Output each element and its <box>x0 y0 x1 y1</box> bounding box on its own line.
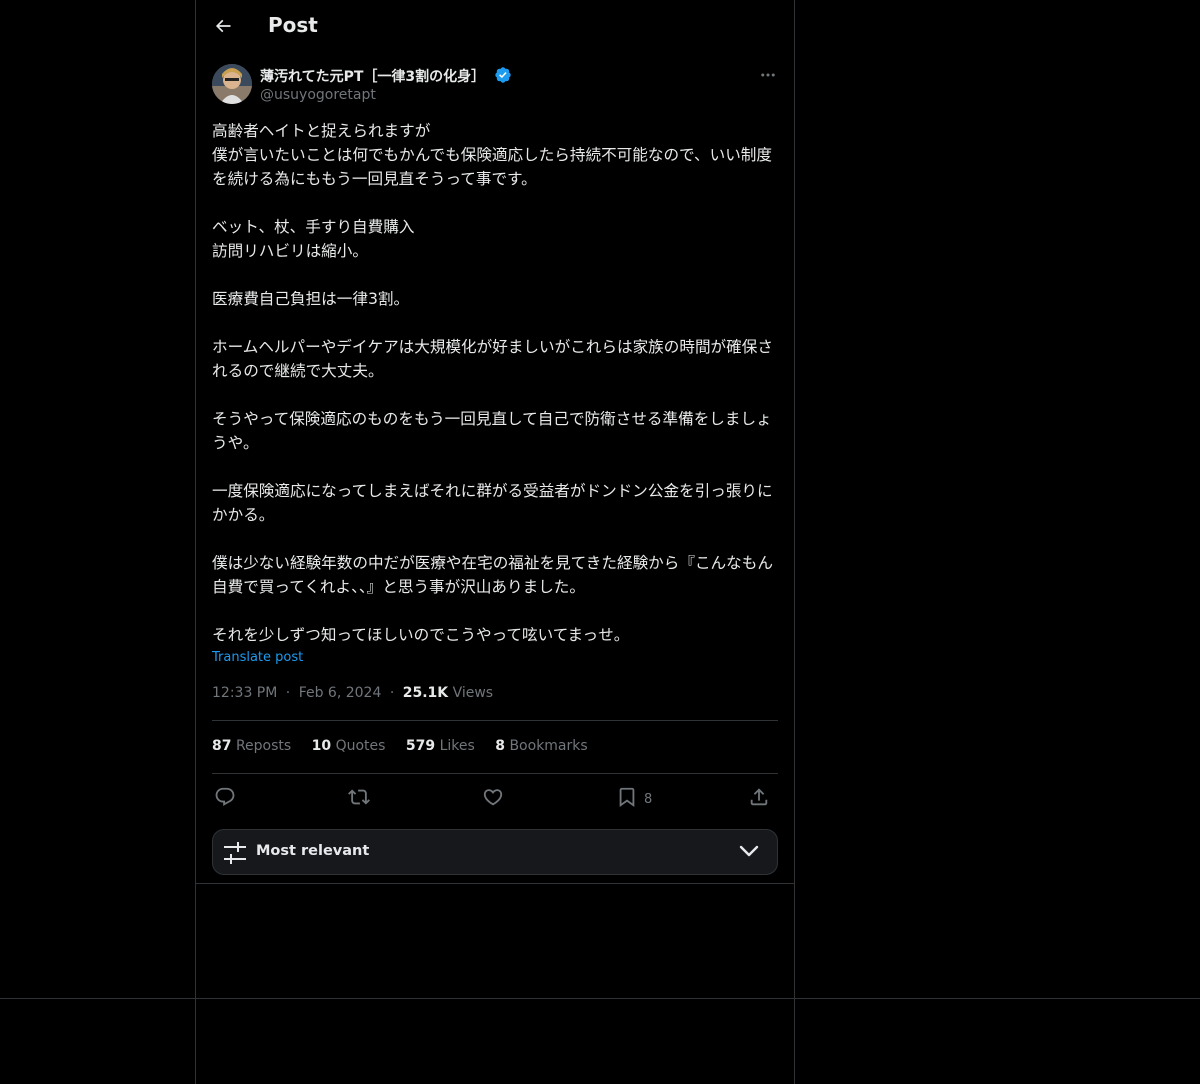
quotes-count: 10 <box>311 738 332 754</box>
likes-stat[interactable]: 579 Likes <box>406 738 475 754</box>
post-text: 高齢者ヘイトと捉えられますが 僕が言いたいことは何でもかんでも保険適応したら持続… <box>212 119 778 647</box>
likes-count: 579 <box>405 738 436 754</box>
filter-sliders-icon <box>224 842 246 864</box>
post-line: 僕は少ない経験年数の中だが医療や在宅の福祉を見てきた経験から『こんなもん自費で買… <box>212 554 773 596</box>
like-button[interactable] <box>482 784 504 810</box>
post-stats: 87 Reposts 10 Quotes 579 Likes 8 Bookmar… <box>212 738 604 754</box>
back-button[interactable] <box>210 13 236 39</box>
avatar[interactable] <box>212 64 252 104</box>
divider <box>212 773 778 774</box>
repost-icon <box>348 789 370 805</box>
reply-sort-dropdown[interactable]: Most relevant <box>212 829 778 875</box>
views-label: Views <box>452 685 494 701</box>
post-header: Post <box>196 0 794 54</box>
sort-label: Most relevant <box>256 843 370 859</box>
divider <box>196 883 794 884</box>
post-line: 僕が言いたいことは何でもかんでも保険適応したら持続不可能なので、いい制度を続ける… <box>212 146 772 188</box>
page-title: Post <box>268 13 318 37</box>
post-line: 高齢者ヘイトと捉えられますが <box>212 122 431 140</box>
post-line: それを少しずつ知ってほしいのでこうやって呟いてまっせ。 <box>212 626 630 644</box>
heart-icon <box>483 789 503 806</box>
reposts-stat[interactable]: 87 Reposts <box>212 738 291 754</box>
arrow-left-icon <box>215 19 231 33</box>
reply-button[interactable] <box>214 784 236 810</box>
more-options-button[interactable] <box>756 64 780 86</box>
post-line: 一度保険適応になってしまえばそれに群がる受益者がドンドン公金を引っ張りにかかる。 <box>212 482 773 524</box>
avatar-image <box>212 64 252 104</box>
post-line: ホームヘルパーやデイケアは大規模化が好ましいがこれらは家族の時間が確保されるので… <box>212 338 773 380</box>
bookmark-count: 8 <box>644 791 653 807</box>
bookmarks-label: Bookmarks <box>509 738 588 754</box>
author-handle[interactable]: @usuyogoretapt <box>260 87 376 103</box>
verified-badge-icon <box>495 67 511 83</box>
separator-dot: · <box>389 685 395 701</box>
divider <box>212 720 778 721</box>
bookmark-button[interactable]: 8 <box>616 784 652 810</box>
reposts-label: Reposts <box>235 738 292 754</box>
bookmark-icon <box>619 787 635 808</box>
bookmarks-stat[interactable]: 8 Bookmarks <box>495 738 587 754</box>
reply-icon <box>215 787 235 806</box>
quotes-stat[interactable]: 10 Quotes <box>312 738 386 754</box>
post-meta: 12:33 PM · Feb 6, 2024 · 25.1K Views <box>212 685 493 701</box>
quotes-label: Quotes <box>335 738 386 754</box>
views-count: 25.1K <box>402 685 449 701</box>
author-name[interactable]: 薄汚れてた元PT［一律3割の化身］ <box>260 66 512 86</box>
post-column: Post 薄汚れてた元PT［一律3割の化身］ @usuyogoretapt 高齢… <box>195 0 795 1084</box>
more-icon <box>761 73 775 77</box>
post-line: そうやって保険適応のものをもう一回見直して自己で防衛させる準備をしましょうや。 <box>212 410 772 452</box>
page: Post 薄汚れてた元PT［一律3割の化身］ @usuyogoretapt 高齢… <box>0 0 1200 1084</box>
likes-label: Likes <box>439 738 475 754</box>
share-button[interactable] <box>748 784 770 810</box>
repost-button[interactable] <box>348 784 370 810</box>
post-line: 訪問リハビリは縮小。 <box>212 242 368 260</box>
post-line: ベット、杖、手すり自費購入 <box>212 218 415 236</box>
reposts-count: 87 <box>212 738 232 754</box>
action-bar: 8 <box>212 784 778 810</box>
post-date[interactable]: Feb 6, 2024 <box>299 685 382 701</box>
chevron-down-icon <box>739 845 759 857</box>
separator-dot: · <box>285 685 291 701</box>
bookmarks-count: 8 <box>495 738 505 754</box>
post-time[interactable]: 12:33 PM <box>212 685 277 701</box>
author-name-text: 薄汚れてた元PT［一律3割の化身］ <box>260 69 486 85</box>
translate-post-link[interactable]: Translate post <box>212 650 303 665</box>
post-line: 医療費自己負担は一律3割。 <box>212 290 410 308</box>
share-icon <box>750 788 768 806</box>
